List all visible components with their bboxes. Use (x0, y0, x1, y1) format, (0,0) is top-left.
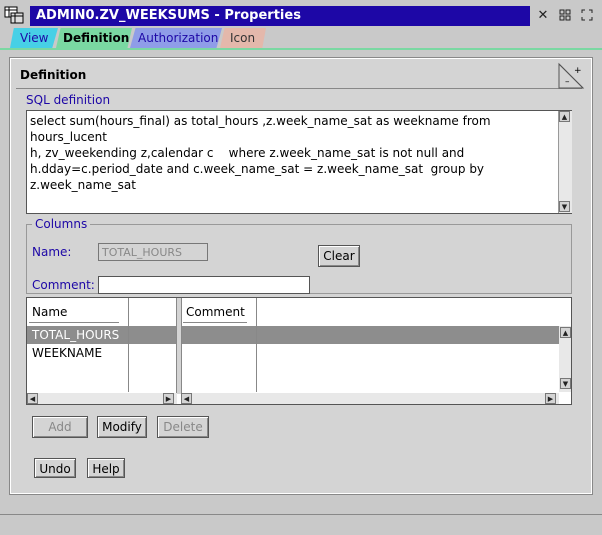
scroll-left-icon[interactable]: ◀ (27, 393, 38, 404)
column-comment-field[interactable] (98, 276, 310, 294)
tab-underline (0, 48, 602, 50)
add-button[interactable]: Add (32, 416, 88, 438)
header-divider (29, 322, 119, 323)
column-name-field[interactable]: TOTAL_HOURS (98, 243, 208, 261)
name-horizontal-scrollbar[interactable] (27, 393, 177, 404)
scroll-up-icon[interactable]: ▲ (560, 327, 571, 338)
comment-horizontal-scrollbar[interactable] (181, 393, 559, 404)
scroll-down-icon[interactable]: ▼ (559, 201, 570, 212)
close-icon[interactable]: ✕ (536, 8, 550, 23)
page-curl-icon[interactable]: – + (557, 62, 585, 90)
table-row[interactable]: TOTAL_HOURS (32, 328, 119, 342)
maximize-icon[interactable] (580, 8, 594, 22)
scroll-right-icon[interactable]: ▶ (163, 393, 174, 404)
scroll-down-icon[interactable]: ▼ (560, 378, 571, 389)
svg-text:–: – (565, 77, 570, 87)
column-divider (128, 298, 129, 392)
column-divider (256, 298, 257, 392)
scroll-left-icon[interactable]: ◀ (181, 393, 192, 404)
tab-definition[interactable]: Definition (56, 28, 132, 48)
column-name-label: Name: (32, 245, 72, 259)
scroll-up-icon[interactable]: ▲ (559, 111, 570, 122)
scroll-right-icon[interactable]: ▶ (545, 393, 556, 404)
pane-splitter[interactable] (176, 298, 182, 394)
sql-definition-text[interactable]: select sum(hours_final) as total_hours ,… (30, 113, 552, 193)
tab-view[interactable]: View (10, 28, 58, 48)
columns-table (26, 297, 572, 405)
sql-vertical-scrollbar[interactable] (558, 111, 572, 213)
database-view-icon[interactable] (4, 6, 24, 24)
columns-label: Columns (32, 217, 91, 231)
sql-definition-label: SQL definition (26, 93, 111, 107)
header-divider (183, 322, 247, 323)
clear-button[interactable]: Clear (318, 245, 360, 267)
column-header-name[interactable]: Name (32, 305, 67, 319)
modify-button[interactable]: Modify (97, 416, 147, 438)
restore-icon[interactable] (558, 8, 572, 22)
undo-button[interactable]: Undo (34, 458, 76, 478)
table-row[interactable]: WEEKNAME (32, 346, 102, 360)
panel-divider (16, 88, 582, 89)
status-bar (0, 514, 602, 535)
help-button[interactable]: Help (87, 458, 125, 478)
column-header-comment[interactable]: Comment (186, 305, 245, 319)
column-comment-label: Comment: (32, 278, 95, 292)
panel-title: Definition (20, 68, 87, 82)
tab-authorization[interactable]: Authorization (130, 28, 222, 48)
window-title: ADMIN0.ZV_WEEKSUMS - Properties (30, 6, 530, 26)
tab-icon[interactable]: Icon (220, 28, 266, 48)
svg-text:+: + (574, 66, 582, 76)
delete-button[interactable]: Delete (157, 416, 209, 438)
